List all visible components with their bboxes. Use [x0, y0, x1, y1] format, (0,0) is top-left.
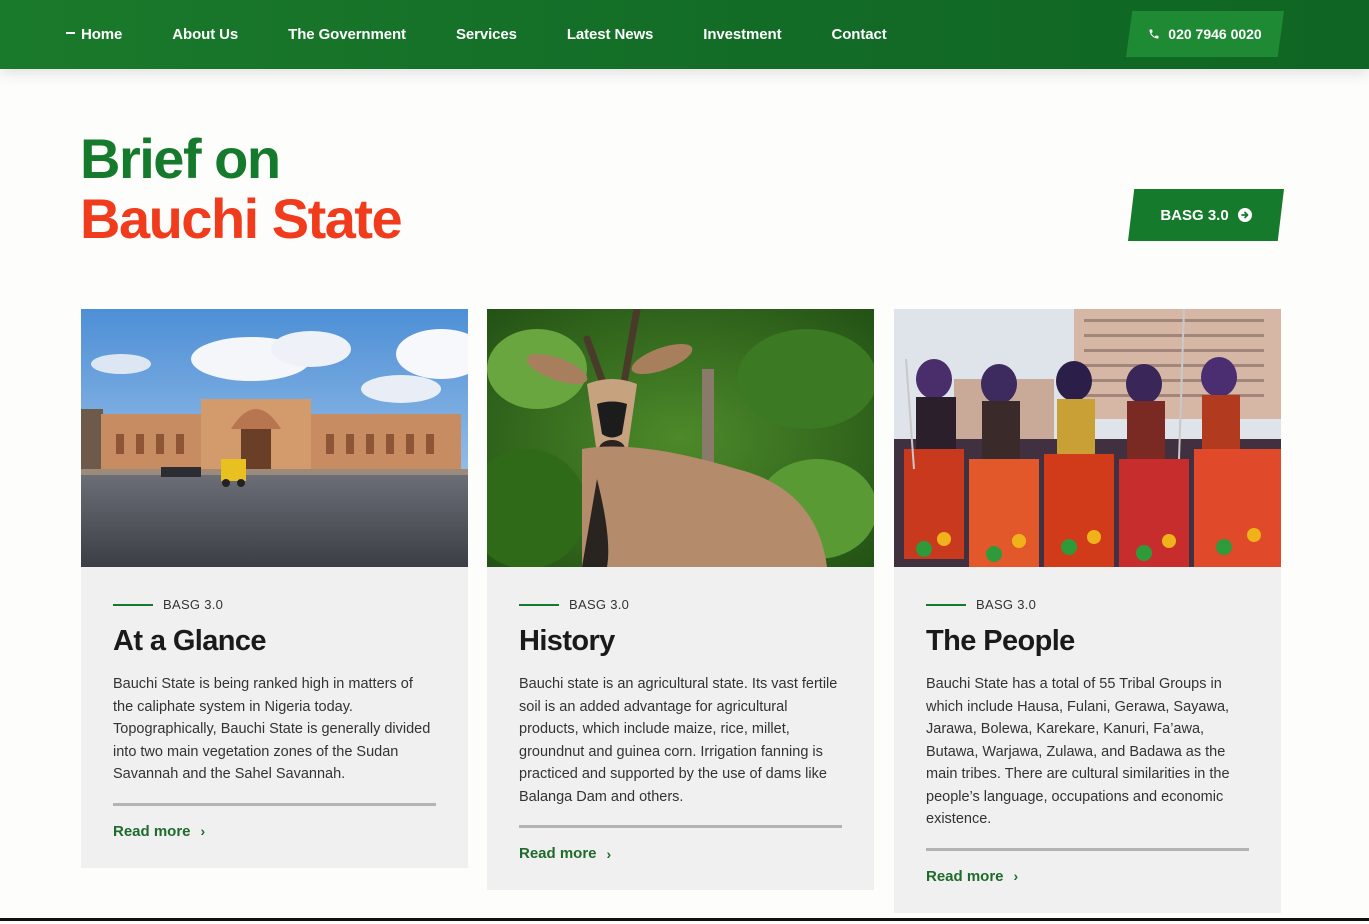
nav-item-label: Services: [455, 26, 517, 43]
read-more-link[interactable]: Read more ›: [113, 823, 436, 840]
main-nav: Home About Us The Government Services La…: [66, 0, 937, 69]
card-title: At a Glance: [113, 625, 267, 657]
card-at-a-glance: BASG 3.0 At a Glance Bauchi State is bei…: [81, 309, 468, 868]
bottom-border: [0, 918, 1369, 921]
card-image-antelope: [487, 309, 874, 567]
card-title: The People: [926, 625, 1075, 657]
card-text: Bauchi State has a total of 55 Tribal Gr…: [926, 676, 1230, 827]
read-more-label: Read more: [519, 845, 597, 862]
page-title-line2: Bauchi State: [80, 187, 403, 250]
nav-item-label: Latest News: [566, 26, 654, 43]
tag-line: [926, 603, 966, 606]
read-more-link[interactable]: Read more ›: [519, 845, 842, 862]
card-the-people: BASG 3.0 The People Bauchi State has a t…: [894, 309, 1281, 913]
card-title: History: [519, 625, 615, 657]
card-tag-label: BASG 3.0: [163, 597, 224, 612]
card-text: Bauchi state is an agricultural state. I…: [519, 676, 838, 805]
card-image-government-building: [81, 309, 468, 567]
nav-item-label: About Us: [172, 26, 239, 43]
phone-button[interactable]: 020 7946 0020: [1126, 11, 1284, 57]
nav-item-contact[interactable]: Contact: [832, 26, 887, 43]
read-more-link[interactable]: Read more ›: [926, 868, 1249, 885]
tag-line: [519, 603, 559, 606]
chevron-right-icon: ›: [606, 845, 612, 862]
card-image-horsemen: [894, 309, 1281, 567]
nav-item-label: Investment: [703, 26, 782, 43]
basg-button[interactable]: BASG 3.0: [1128, 189, 1284, 241]
nav-item-investment[interactable]: Investment: [703, 26, 781, 43]
nav-item-latest-news[interactable]: Latest News: [566, 26, 654, 43]
phone-icon: [1149, 29, 1159, 39]
nav-item-home[interactable]: Home: [66, 26, 122, 43]
card-divider: [113, 802, 436, 806]
card-tag: BASG 3.0: [926, 597, 1249, 612]
tag-line: [113, 603, 153, 606]
nav-item-the-government[interactable]: The Government: [288, 26, 406, 43]
card-divider: [519, 825, 842, 828]
card-tag-label: BASG 3.0: [569, 597, 630, 612]
read-more-label: Read more: [926, 867, 1004, 885]
card-tag: BASG 3.0: [113, 597, 436, 612]
card-text: Bauchi State is being ranked high in mat…: [113, 676, 431, 782]
card-tag: BASG 3.0: [519, 597, 842, 612]
chevron-right-icon: ›: [1013, 868, 1019, 884]
basg-button-label: BASG 3.0: [1160, 206, 1229, 224]
nav-item-label: The Government: [288, 26, 406, 43]
read-more-label: Read more: [113, 822, 191, 840]
nav-item-about-us[interactable]: About Us: [172, 26, 238, 43]
active-indicator: [66, 32, 75, 35]
card-divider: [926, 847, 1249, 851]
phone-number: 020 7946 0020: [1168, 26, 1262, 42]
top-navbar: Home About Us The Government Services La…: [0, 0, 1369, 69]
nav-item-label: Home: [81, 26, 123, 43]
nav-item-label: Contact: [831, 26, 887, 43]
nav-item-services[interactable]: Services: [456, 26, 517, 43]
card-tag-label: BASG 3.0: [976, 597, 1037, 612]
page-title-line1: Brief on: [80, 127, 281, 190]
arrow-right-circle-icon: [1237, 208, 1252, 222]
chevron-right-icon: ›: [200, 823, 206, 839]
card-history: BASG 3.0 History Bauchi state is an agri…: [487, 309, 874, 890]
